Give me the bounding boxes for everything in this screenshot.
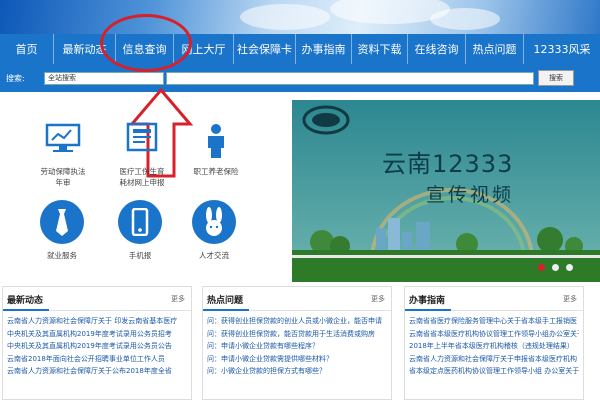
search-bar: 搜索: 全站搜索 搜索 (0, 64, 600, 92)
search-input[interactable] (166, 72, 534, 85)
service-label: 就业服务 (47, 251, 77, 260)
list-item[interactable]: 2018年上半年省本级医疗机构稽核（违规处理结果） (409, 340, 579, 353)
list-item[interactable]: 问：申请小微企业贷款有哪些程序？ (207, 340, 387, 353)
list-item[interactable]: 问：获得创业担保贷款，能否贷款用于生活消费或购房 (207, 328, 387, 341)
nav-service-guide[interactable]: 办事指南 (296, 34, 352, 64)
nav-hot-questions[interactable]: 热点问题 (466, 34, 524, 64)
list-item[interactable]: 云南省人力资源和社会保障厅关于 印发云南省基本医疗 (7, 315, 187, 328)
carousel-dot[interactable] (565, 264, 573, 271)
carousel-dots (538, 264, 573, 274)
service-label: 手机报 (128, 251, 152, 260)
list-item[interactable]: 问：获得创业担保贷款的创业人员或小微企业，能否申请 (207, 315, 387, 328)
list-item[interactable]: 云南省2018年面向社会公开招聘事业单位工作人员 (7, 353, 187, 366)
nav-home[interactable]: 首页 (0, 34, 54, 64)
main-nav: 首页 最新动态 信息查询 网上大厅 社会保障卡 办事指南 资料下载 在线咨询 热… (0, 34, 600, 64)
panel-service-guide: 办事指南 更多 云南省省医疗保险服务管理中心关于省本级手工报销医 云南省省本级医… (404, 286, 584, 400)
service-label: 年审 (55, 178, 71, 187)
nav-online-consult[interactable]: 在线咨询 (408, 34, 466, 64)
list-item[interactable]: 问：小微企业贷款的担保方式有哪些？ (207, 365, 387, 378)
search-button[interactable]: 搜索 (538, 70, 574, 86)
carousel-dot[interactable] (551, 264, 559, 271)
list-item[interactable]: 云南省省医疗保险服务管理中心关于省本级手工报销医 (409, 315, 579, 328)
service-label: 劳动保障执法 (40, 167, 86, 176)
annotation-circle (100, 14, 192, 72)
phone-icon (118, 200, 162, 244)
panel-hot-questions: 热点问题 更多 问：获得创业担保贷款的创业人员或小微企业，能否申请 问：获得创业… (202, 286, 392, 400)
service-employment[interactable]: 就业服务 (34, 200, 90, 261)
service-mobile-news[interactable]: 手机报 (112, 200, 168, 261)
search-label: 搜索: (6, 74, 25, 83)
monitor-chart-icon (45, 123, 81, 152)
list-item[interactable]: 云南省人力资源和社会保障厅关于申报省本级医疗机构 (409, 353, 579, 366)
panel-title: 办事指南 (409, 296, 446, 306)
panel-latest-news: 最新动态 更多 云南省人力资源和社会保障厅关于 印发云南省基本医疗 中央机关及其… (2, 286, 192, 400)
service-pension-insurance[interactable]: 职工养老保险 (186, 122, 246, 177)
panel-title-underline (203, 309, 249, 311)
header-banner (0, 0, 600, 34)
carousel-dot[interactable] (538, 264, 545, 271)
service-label: 耗材网上申报 (119, 178, 165, 187)
service-label: 医疗工伤生育 (119, 167, 165, 176)
panel-title: 最新动态 (7, 296, 44, 306)
video-subtitle: 宣传视频 (426, 184, 515, 206)
list-item[interactable]: 中央机关及其直属机构2019年度考试录用公务员公告 (7, 340, 187, 353)
list-item[interactable]: 问：申请小微企业贷款需提供哪些材料？ (207, 353, 387, 366)
service-medical-supplies[interactable]: 医疗工伤生育 耗材网上申报 (104, 122, 180, 188)
more-link[interactable]: 更多 (371, 294, 385, 304)
tie-icon (40, 200, 84, 244)
person-icon (208, 124, 224, 158)
nav-12333-style[interactable]: 12333风采 (524, 34, 600, 64)
video-title: 云南12333 (382, 150, 514, 178)
more-link[interactable]: 更多 (171, 294, 185, 304)
service-labor-inspection[interactable]: 劳动保障执法 年审 (28, 122, 98, 188)
list-item[interactable]: 省本级定点医药机构协议管理工作领导小组 办公室关于 (409, 365, 579, 378)
list-item[interactable]: 云南省人力资源和社会保障厅关于公布2018年度全省 (7, 365, 187, 378)
service-label: 职工养老保险 (193, 167, 239, 176)
promo-video-banner[interactable]: 云南12333 宣传视频 (292, 100, 600, 282)
service-label: 人才交流 (199, 251, 229, 260)
panel-title-underline (405, 309, 451, 311)
list-item[interactable]: 中央机关及其直属机构2019年度考试录用公务员招考 (7, 328, 187, 341)
nav-social-security-card[interactable]: 社会保障卡 (234, 34, 296, 64)
list-item[interactable]: 云南省省本级医疗机构协议管理工作领导小组办公室关于 (409, 328, 579, 341)
search-scope-select[interactable]: 全站搜索 (44, 72, 164, 85)
more-link[interactable]: 更多 (563, 294, 577, 304)
panel-title-underline (3, 309, 49, 311)
panel-title: 热点问题 (207, 296, 244, 306)
medical-form-icon (126, 122, 158, 152)
service-talent-exchange[interactable]: 人才交流 (186, 200, 242, 261)
rabbit-icon (192, 200, 236, 244)
nav-downloads[interactable]: 资料下载 (352, 34, 408, 64)
